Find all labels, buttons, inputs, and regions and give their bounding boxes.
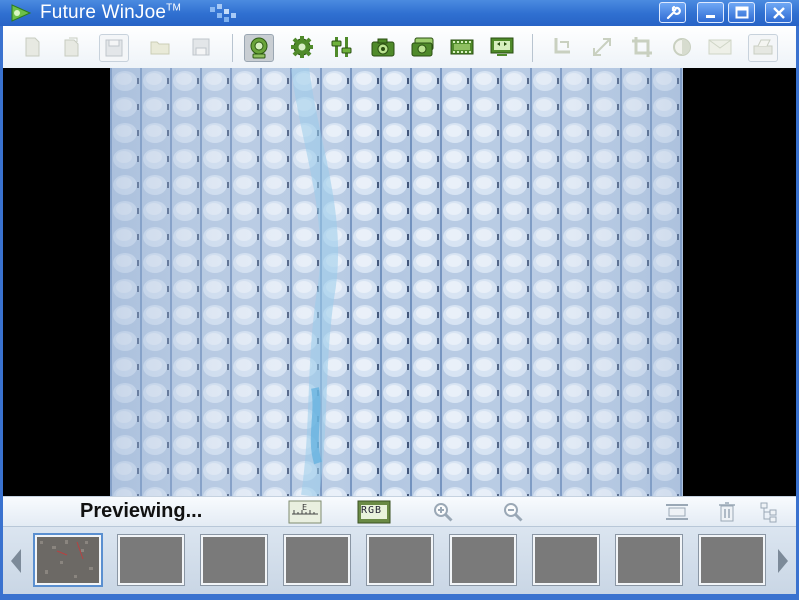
window-border-left — [0, 26, 3, 594]
gear-icon — [291, 36, 313, 58]
camera-preview-button[interactable] — [244, 34, 274, 62]
trademark-mark: TM — [166, 2, 181, 14]
thumbnail-preview-image — [37, 537, 99, 583]
thumbnail-item[interactable] — [532, 534, 600, 586]
window-border-bottom — [0, 594, 799, 600]
title-bar: Future WinJoeTM — [0, 0, 799, 26]
record-video-button[interactable] — [448, 34, 476, 60]
toolbar — [0, 26, 799, 69]
scroll-right-arrow-icon[interactable] — [775, 547, 791, 575]
crop-button[interactable] — [628, 34, 656, 60]
thumbnail-item[interactable] — [449, 534, 517, 586]
zoom-in-button[interactable] — [431, 500, 455, 524]
camera-preview-icon — [250, 37, 268, 59]
save-as-icon — [192, 38, 210, 56]
svg-text:E: E — [302, 503, 307, 512]
toolbar-separator — [232, 34, 233, 62]
burst-camera-icon — [411, 37, 434, 57]
resize-button[interactable] — [588, 34, 616, 60]
print-icon — [753, 39, 773, 55]
contrast-icon — [673, 38, 691, 56]
trash-icon — [719, 502, 735, 522]
open-file-button[interactable] — [58, 34, 86, 60]
live-preview-image — [110, 68, 683, 496]
preview-area — [3, 68, 796, 496]
minimize-button[interactable] — [697, 2, 724, 23]
minimize-icon — [705, 15, 715, 18]
thumbnail-item[interactable] — [283, 534, 351, 586]
toolbar-separator — [532, 34, 533, 62]
thumbnail-item[interactable] — [615, 534, 683, 586]
monitor-icon — [490, 37, 514, 56]
tree-button[interactable] — [758, 500, 780, 524]
thumbnail-item[interactable] — [33, 533, 103, 587]
status-bar: Previewing... E RGB — [3, 496, 796, 527]
maximize-icon — [735, 6, 748, 19]
delete-button[interactable] — [716, 500, 738, 524]
burst-capture-button[interactable] — [409, 34, 437, 60]
settings-wrench-button[interactable] — [659, 2, 686, 23]
new-file-button[interactable] — [18, 34, 46, 60]
save-icon — [105, 39, 123, 57]
envelope-icon — [708, 39, 732, 55]
app-logo-icon — [11, 4, 32, 22]
window-title-text: Future WinJoe — [40, 2, 167, 23]
close-button[interactable] — [765, 2, 792, 23]
resize-icon — [593, 38, 611, 56]
thumbnail-item[interactable] — [117, 534, 185, 586]
wrench-icon — [666, 5, 681, 20]
save-button[interactable] — [99, 34, 129, 62]
scroll-left-arrow-icon[interactable] — [8, 547, 24, 575]
maximize-button[interactable] — [728, 2, 755, 23]
rotate-button[interactable] — [548, 34, 576, 60]
crop-icon — [632, 37, 652, 57]
film-icon — [450, 39, 474, 55]
rgb-button[interactable]: RGB — [356, 500, 392, 524]
window-title: Future WinJoeTM — [40, 2, 181, 24]
sliders-icon — [331, 37, 352, 57]
frame-icon — [666, 504, 688, 520]
zoom-out-icon — [504, 503, 523, 522]
contrast-button[interactable] — [668, 34, 696, 60]
thumbnail-item[interactable] — [366, 534, 434, 586]
zoom-out-button[interactable] — [501, 500, 525, 524]
tree-icon — [760, 502, 777, 523]
adjust-button[interactable] — [328, 34, 356, 60]
camera-icon — [371, 38, 395, 57]
rotate-icon — [554, 38, 570, 54]
close-icon — [772, 7, 785, 19]
thumbnail-strip — [3, 526, 796, 595]
thumbnail-item[interactable] — [200, 534, 268, 586]
email-button[interactable] — [706, 34, 734, 60]
open-folder-icon — [150, 41, 170, 55]
status-text: Previewing... — [80, 500, 203, 522]
save-as-button[interactable] — [187, 34, 215, 60]
capture-photo-button[interactable] — [369, 34, 397, 60]
measure-ruler-icon: E — [288, 500, 322, 524]
measure-button[interactable]: E — [287, 500, 323, 524]
zoom-in-icon — [434, 503, 453, 522]
print-button[interactable] — [748, 34, 778, 62]
open-folder-button[interactable] — [146, 34, 174, 60]
title-decoration-icon — [210, 4, 236, 22]
fullscreen-button[interactable] — [488, 34, 516, 60]
new-file-icon — [25, 37, 40, 57]
rgb-label: RGB — [361, 505, 383, 516]
settings-button[interactable] — [288, 34, 316, 60]
open-file-icon — [64, 37, 79, 57]
thumbnail-item[interactable] — [698, 534, 766, 586]
frame-button[interactable] — [664, 500, 690, 524]
